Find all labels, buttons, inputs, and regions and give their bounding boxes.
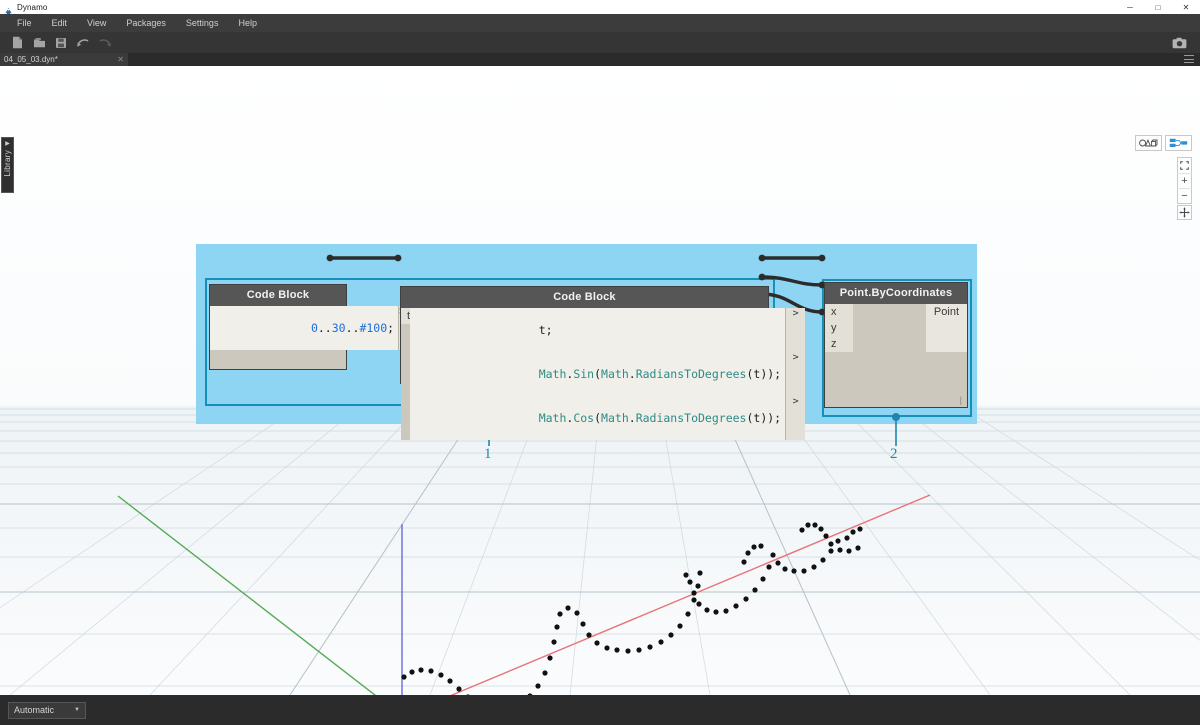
title-left-group: Dynamo <box>0 3 47 12</box>
chevron-down-icon: ▼ <box>74 707 80 713</box>
menu-item-view[interactable]: View <box>77 16 116 30</box>
close-icon[interactable]: ✕ <box>117 55 124 64</box>
tab-label: 04_05_03.dyn* <box>4 55 58 64</box>
open-file-icon[interactable] <box>28 33 50 52</box>
workspace-canvas[interactable]: ▶ Library <box>0 66 1200 695</box>
camera-icon[interactable] <box>1168 33 1190 52</box>
node-graph[interactable]: Code Block 0..30..#100; > Code Block <box>0 66 1200 695</box>
close-button[interactable]: ✕ <box>1172 0 1200 14</box>
new-file-icon[interactable] <box>6 33 28 52</box>
node-point-by-coordinates[interactable]: Point.ByCoordinates x y z Point | <box>824 282 968 408</box>
library-label: Library <box>3 150 12 177</box>
minimize-button[interactable]: ─ <box>1116 0 1144 14</box>
node-title: Point.ByCoordinates <box>824 282 968 304</box>
menu-item-help[interactable]: Help <box>228 16 267 30</box>
node-title: Code Block <box>209 284 347 306</box>
viewport-view-toggles <box>1135 135 1192 151</box>
app-title: Dynamo <box>17 3 47 12</box>
maximize-button[interactable]: □ <box>1144 0 1172 14</box>
chevron-right-icon: ▶ <box>5 141 10 147</box>
menu-item-packages[interactable]: Packages <box>116 16 176 30</box>
menu-item-file[interactable]: File <box>7 16 42 30</box>
output-port-0[interactable]: > <box>785 308 805 352</box>
save-file-icon[interactable] <box>50 33 72 52</box>
toolbar-right-group <box>1168 33 1200 52</box>
library-panel-tab[interactable]: ▶ Library <box>1 137 14 193</box>
viewport-zoom-controls: + − <box>1177 157 1192 204</box>
run-mode-dropdown[interactable]: Automatic ▼ <box>8 702 86 719</box>
callout-2: 2 <box>890 446 898 463</box>
undo-icon[interactable] <box>72 33 94 52</box>
node-title: Code Block <box>400 286 769 308</box>
menu-item-edit[interactable]: Edit <box>42 16 78 30</box>
workspace-menu-icon[interactable] <box>1184 55 1194 63</box>
input-port-z[interactable]: z <box>825 336 853 352</box>
menu-item-settings[interactable]: Settings <box>176 16 229 30</box>
pan-tool-icon[interactable] <box>1177 205 1192 220</box>
code-line-3[interactable]: Math.Cos(Math.RadiansToDegrees(t)); <box>410 396 785 440</box>
tab-strip: 04_05_03.dyn* ✕ <box>0 53 1200 66</box>
code-line-1[interactable]: t; <box>410 308 785 352</box>
zoom-to-fit-icon[interactable] <box>1177 158 1192 173</box>
output-port-1[interactable]: > <box>785 352 805 396</box>
input-port-x[interactable]: x <box>825 304 853 320</box>
redo-icon[interactable] <box>94 33 116 52</box>
menu-bar: File Edit View Packages Settings Help <box>0 14 1200 32</box>
graph-view-icon[interactable] <box>1165 135 1192 151</box>
node-code-block-trig[interactable]: Code Block t t; > <box>400 286 769 384</box>
dynamo-logo-icon <box>4 3 13 12</box>
window-controls: ─ □ ✕ <box>1116 0 1200 14</box>
code-line-2[interactable]: Math.Sin(Math.RadiansToDegrees(t)); <box>410 352 785 396</box>
zoom-out-button[interactable]: − <box>1177 188 1192 203</box>
run-mode-label: Automatic <box>14 705 54 715</box>
node-body[interactable]: 0..30..#100; > <box>209 306 347 370</box>
toolbar <box>0 32 1200 53</box>
node-code-block-range[interactable]: Code Block 0..30..#100; > <box>209 284 347 370</box>
zoom-in-button[interactable]: + <box>1177 173 1192 188</box>
output-port-2[interactable]: > <box>785 396 805 440</box>
output-port-point[interactable]: Point <box>926 304 967 352</box>
tab-04-05-03-dyn[interactable]: 04_05_03.dyn* ✕ <box>0 53 128 66</box>
status-bar: Automatic ▼ <box>0 695 1200 725</box>
callout-1: 1 <box>484 446 492 463</box>
title-bar: Dynamo ─ □ ✕ <box>0 0 1200 14</box>
code-block-input-range[interactable]: 0..30..#100; <box>210 306 398 350</box>
node-body[interactable]: x y z Point | <box>824 304 968 408</box>
dynamo-window: Dynamo ─ □ ✕ File Edit View Packages Set… <box>0 0 1200 725</box>
node-resize-handle[interactable]: | <box>960 395 962 405</box>
geometry-view-icon[interactable] <box>1135 135 1162 151</box>
input-port-y[interactable]: y <box>825 320 853 336</box>
node-body[interactable]: t t; > Math.Sin(Math.Radia <box>400 308 769 384</box>
input-port-t[interactable]: t <box>401 308 410 324</box>
